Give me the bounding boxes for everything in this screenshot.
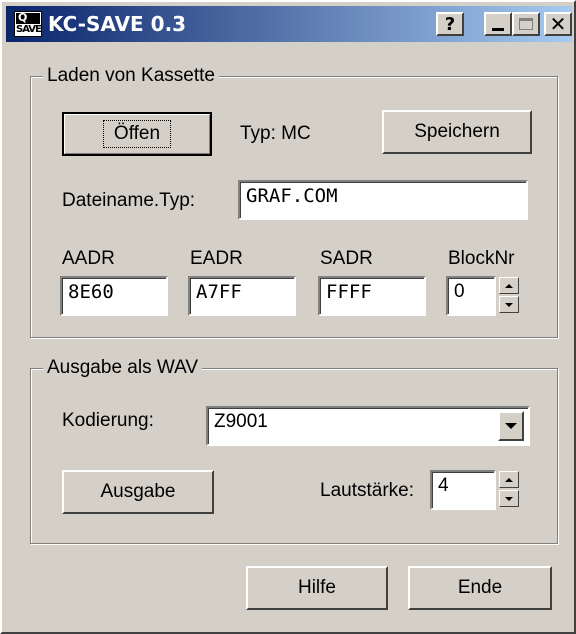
chevron-down-icon xyxy=(505,423,517,429)
maximize-button xyxy=(512,12,540,36)
aadr-field[interactable]: 8E60 xyxy=(60,276,168,316)
output-button[interactable]: Ausgabe xyxy=(62,470,214,514)
help-icon: ? xyxy=(444,13,456,35)
sadr-field[interactable]: FFFF xyxy=(318,276,426,316)
encoding-dropdown-button[interactable] xyxy=(498,411,524,441)
encoding-label: Kodierung: xyxy=(62,410,154,431)
end-button[interactable]: Ende xyxy=(408,566,552,610)
eadr-field[interactable]: A7FF xyxy=(188,276,296,316)
spin-up-icon xyxy=(505,477,513,482)
help-button[interactable]: Hilfe xyxy=(246,566,388,610)
wav-group-label: Ausgabe als WAV xyxy=(43,357,203,379)
save-button[interactable]: Speichern xyxy=(382,110,532,154)
load-group-label: Laden von Kassette xyxy=(43,65,219,87)
volume-spin-up[interactable] xyxy=(499,471,519,488)
blocknr-field[interactable]: 0 xyxy=(446,276,496,316)
sadr-label: SADR xyxy=(320,248,373,269)
blocknr-spin-up[interactable] xyxy=(499,277,519,294)
encoding-combo[interactable]: Z9001 xyxy=(206,406,530,446)
filename-field[interactable]: GRAF.COM xyxy=(238,180,528,220)
end-button-label: Ende xyxy=(457,577,503,598)
spin-down-icon xyxy=(505,496,513,501)
open-button[interactable]: Öffen xyxy=(62,112,212,156)
volume-label: Lautstärke: xyxy=(320,480,414,501)
filename-label: Dateiname.Typ: xyxy=(62,190,196,211)
maximize-icon xyxy=(519,18,533,30)
blocknr-spin-down[interactable] xyxy=(499,296,519,313)
window-title: KC-SAVE 0.3 xyxy=(48,12,187,36)
volume-field[interactable]: 4 xyxy=(430,470,496,510)
close-button[interactable]: ✕ xyxy=(544,12,572,36)
minimize-icon xyxy=(492,27,504,31)
help-title-button[interactable]: ? xyxy=(436,12,464,36)
spin-up-icon xyxy=(505,283,513,288)
close-icon: ✕ xyxy=(549,12,567,36)
help-button-label: Hilfe xyxy=(297,577,336,598)
app-icon: Q SAVE xyxy=(14,11,42,37)
main-window: Q SAVE KC-SAVE 0.3 ? ✕ Laden von Kassett… xyxy=(0,0,576,634)
open-button-label: Öffen xyxy=(102,120,172,148)
wav-groupbox: Ausgabe als WAV xyxy=(30,357,558,544)
output-button-label: Ausgabe xyxy=(100,481,176,502)
type-label: Typ: MC xyxy=(240,123,311,144)
volume-spin-down[interactable] xyxy=(499,490,519,507)
eadr-label: EADR xyxy=(190,248,243,269)
minimize-button[interactable] xyxy=(484,12,512,36)
spin-down-icon xyxy=(505,302,513,307)
blocknr-label: BlockNr xyxy=(448,248,515,269)
save-button-label: Speichern xyxy=(414,121,500,142)
aadr-label: AADR xyxy=(62,248,115,269)
title-bar[interactable]: Q SAVE KC-SAVE 0.3 ? ✕ xyxy=(6,6,572,42)
